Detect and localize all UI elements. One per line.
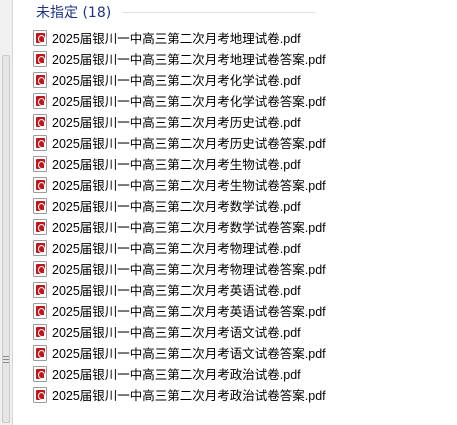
pdf-file-icon bbox=[33, 155, 47, 172]
file-name: 2025届银川一中高三第二次月考生物试卷.pdf bbox=[52, 158, 301, 172]
pdf-file-icon bbox=[33, 71, 47, 88]
pdf-file-icon bbox=[33, 239, 47, 256]
pdf-file-icon bbox=[33, 134, 47, 151]
file-item[interactable]: 2025届银川一中高三第二次月考物理试卷答案.pdf bbox=[33, 258, 333, 279]
file-item[interactable]: 2025届银川一中高三第二次月考地理试卷.pdf bbox=[33, 27, 333, 48]
file-name: 2025届银川一中高三第二次月考生物试卷答案.pdf bbox=[52, 179, 326, 193]
file-item[interactable]: 2025届银川一中高三第二次月考政治试卷.pdf bbox=[33, 363, 333, 384]
pdf-file-icon bbox=[33, 197, 47, 214]
group-header-label: 未指定 (18) bbox=[36, 5, 112, 21]
file-name: 2025届银川一中高三第二次月考英语试卷.pdf bbox=[52, 284, 301, 298]
scrollbar-thumb[interactable] bbox=[2, 55, 10, 423]
file-name: 2025届银川一中高三第二次月考政治试卷答案.pdf bbox=[52, 389, 326, 403]
pdf-file-icon bbox=[33, 281, 47, 298]
file-name: 2025届银川一中高三第二次月考化学试卷答案.pdf bbox=[52, 95, 326, 109]
file-item[interactable]: 2025届银川一中高三第二次月考历史试卷.pdf bbox=[33, 111, 333, 132]
file-name: 2025届银川一中高三第二次月考化学试卷.pdf bbox=[52, 74, 301, 88]
pdf-file-icon bbox=[33, 386, 47, 403]
group-header[interactable]: 未指定 (18) bbox=[36, 2, 111, 22]
file-item[interactable]: 2025届银川一中高三第二次月考地理试卷答案.pdf bbox=[33, 48, 333, 69]
pdf-file-icon bbox=[33, 344, 47, 361]
group-divider bbox=[122, 12, 316, 13]
file-item[interactable]: 2025届银川一中高三第二次月考历史试卷答案.pdf bbox=[33, 132, 333, 153]
file-item[interactable]: 2025届银川一中高三第二次月考语文试卷答案.pdf bbox=[33, 342, 333, 363]
file-name: 2025届银川一中高三第二次月考数学试卷.pdf bbox=[52, 200, 301, 214]
file-name: 2025届银川一中高三第二次月考政治试卷.pdf bbox=[52, 368, 301, 382]
file-name: 2025届银川一中高三第二次月考物理试卷答案.pdf bbox=[52, 263, 326, 277]
navigation-pane-scrollbar[interactable] bbox=[0, 0, 13, 425]
file-name: 2025届银川一中高三第二次月考历史试卷答案.pdf bbox=[52, 137, 326, 151]
pdf-file-icon bbox=[33, 29, 47, 46]
file-item[interactable]: 2025届银川一中高三第二次月考语文试卷.pdf bbox=[33, 321, 333, 342]
file-item[interactable]: 2025届银川一中高三第二次月考英语试卷.pdf bbox=[33, 279, 333, 300]
file-name: 2025届银川一中高三第二次月考英语试卷答案.pdf bbox=[52, 305, 326, 319]
file-name: 2025届银川一中高三第二次月考语文试卷.pdf bbox=[52, 326, 301, 340]
file-item[interactable]: 2025届银川一中高三第二次月考英语试卷答案.pdf bbox=[33, 300, 333, 321]
pdf-file-icon bbox=[33, 365, 47, 382]
scrollbar-grip-icon bbox=[3, 356, 9, 363]
pdf-file-icon bbox=[33, 260, 47, 277]
file-item[interactable]: 2025届银川一中高三第二次月考化学试卷.pdf bbox=[33, 69, 333, 90]
file-item[interactable]: 2025届银川一中高三第二次月考化学试卷答案.pdf bbox=[33, 90, 333, 111]
file-item[interactable]: 2025届银川一中高三第二次月考数学试卷.pdf bbox=[33, 195, 333, 216]
pdf-file-icon bbox=[33, 302, 47, 319]
pdf-file-icon bbox=[33, 176, 47, 193]
file-item[interactable]: 2025届银川一中高三第二次月考生物试卷答案.pdf bbox=[33, 174, 333, 195]
file-item[interactable]: 2025届银川一中高三第二次月考政治试卷答案.pdf bbox=[33, 384, 333, 405]
file-name: 2025届银川一中高三第二次月考地理试卷答案.pdf bbox=[52, 53, 326, 67]
pdf-file-icon bbox=[33, 113, 47, 130]
file-item[interactable]: 2025届银川一中高三第二次月考生物试卷.pdf bbox=[33, 153, 333, 174]
file-item[interactable]: 2025届银川一中高三第二次月考物理试卷.pdf bbox=[33, 237, 333, 258]
file-item[interactable]: 2025届银川一中高三第二次月考数学试卷答案.pdf bbox=[33, 216, 333, 237]
file-name: 2025届银川一中高三第二次月考语文试卷答案.pdf bbox=[52, 347, 326, 361]
file-name: 2025届银川一中高三第二次月考地理试卷.pdf bbox=[52, 32, 301, 46]
pdf-file-icon bbox=[33, 50, 47, 67]
file-name: 2025届银川一中高三第二次月考物理试卷.pdf bbox=[52, 242, 301, 256]
pdf-file-icon bbox=[33, 92, 47, 109]
file-name: 2025届银川一中高三第二次月考数学试卷答案.pdf bbox=[52, 221, 326, 235]
pdf-file-icon bbox=[33, 323, 47, 340]
file-list: 2025届银川一中高三第二次月考地理试卷.pdf 2025届银川一中高三第二次月考… bbox=[33, 27, 333, 405]
pdf-file-icon bbox=[33, 218, 47, 235]
file-name: 2025届银川一中高三第二次月考历史试卷.pdf bbox=[52, 116, 301, 130]
